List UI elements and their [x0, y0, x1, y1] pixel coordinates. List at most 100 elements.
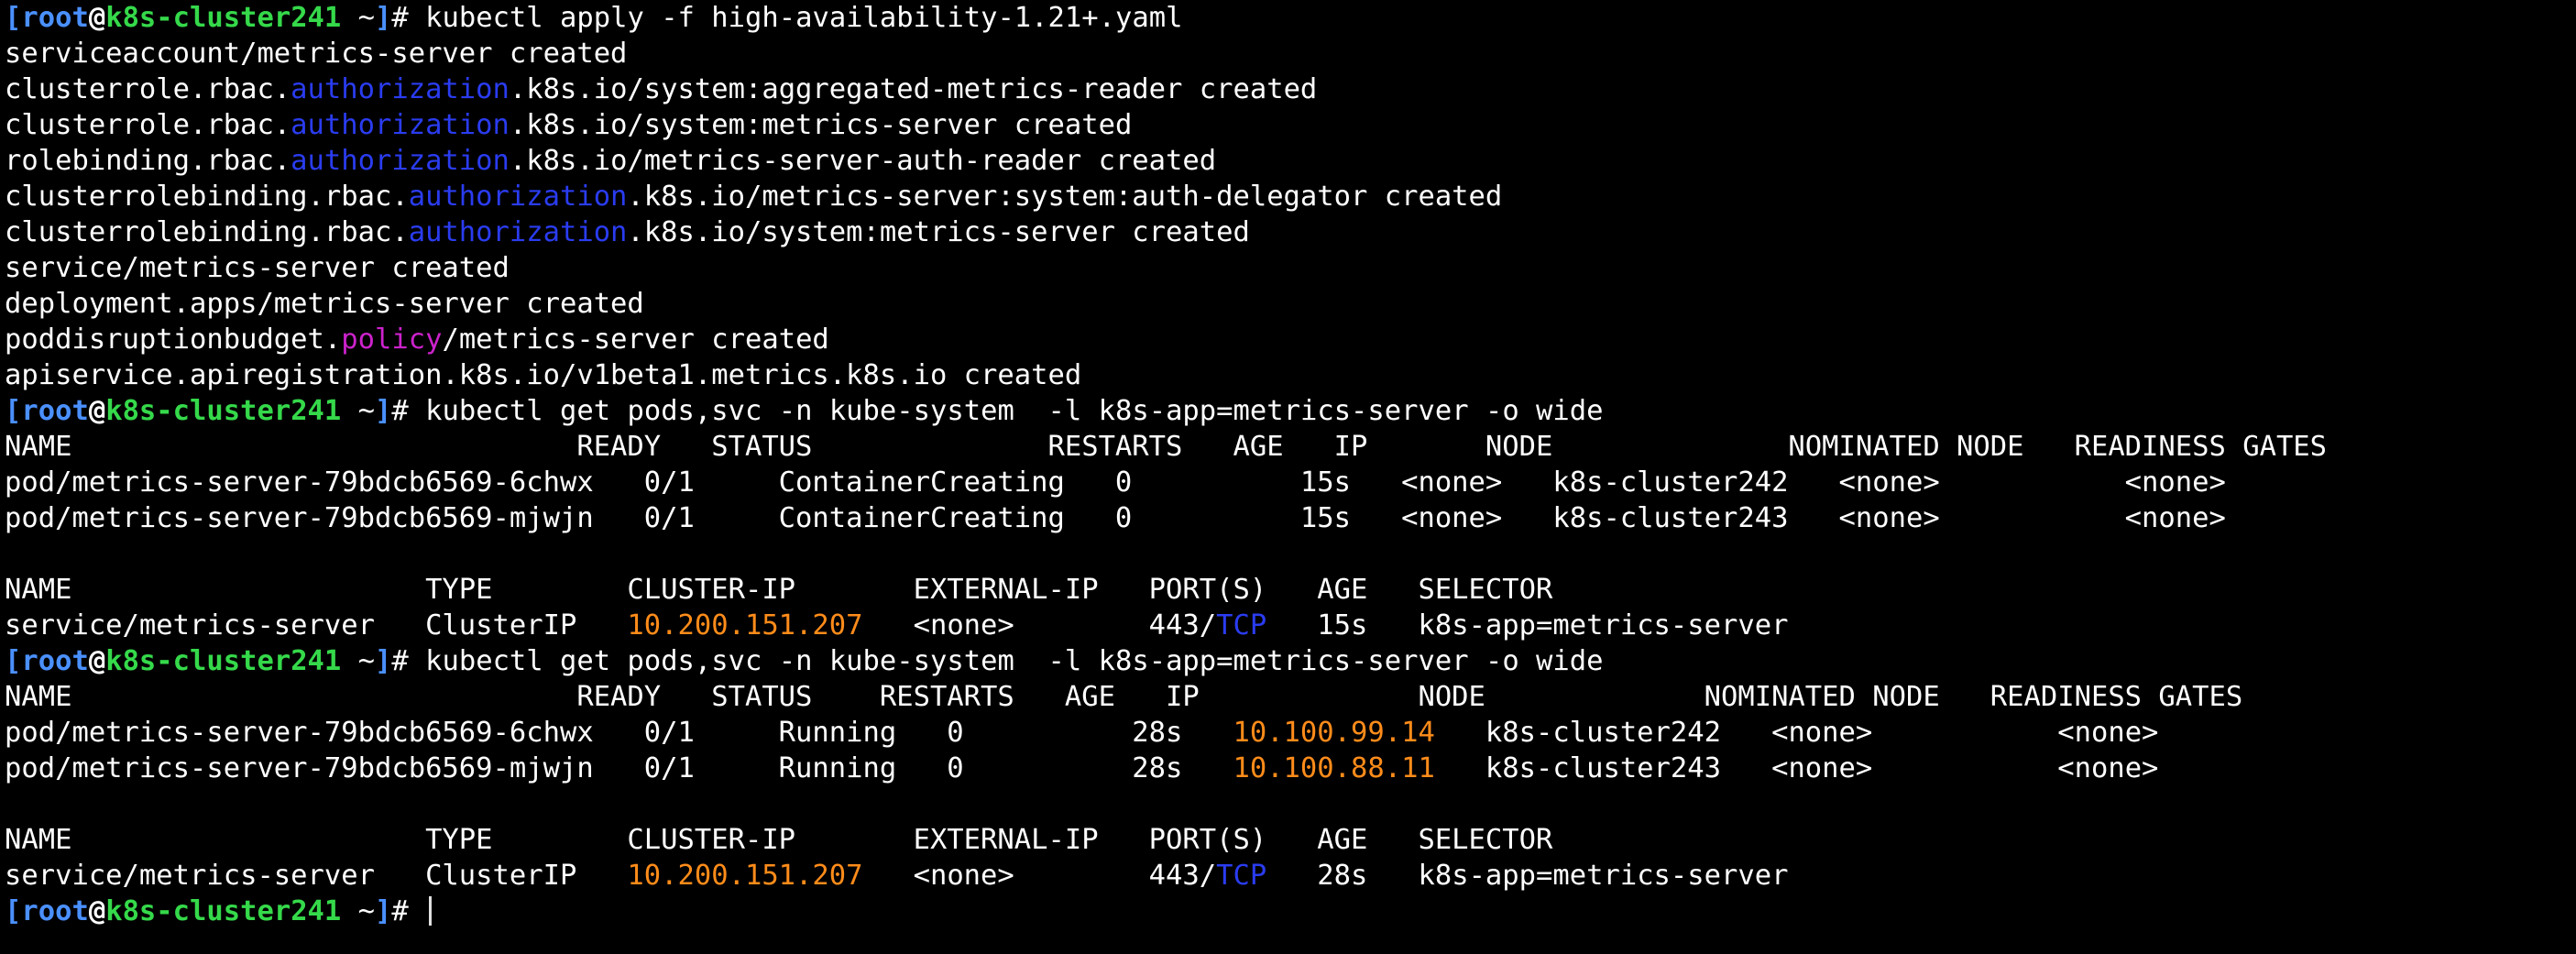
prompt-bracket: [: [5, 645, 22, 677]
terminal-text: pod/metrics-server-79bdcb6569-mjwjn 0/1 …: [5, 502, 2226, 534]
output-line: NAME TYPE CLUSTER-IP EXTERNAL-IP PORT(S)…: [5, 572, 2576, 608]
prompt-at: @: [88, 895, 106, 927]
output-line: apiservice.apiregistration.k8s.io/v1beta…: [5, 357, 2576, 393]
terminal-text: NAME READY STATUS RESTARTS AGE IP NODE N…: [5, 431, 2328, 463]
output-line: clusterrole.rbac.authorization.k8s.io/sy…: [5, 71, 2576, 107]
api-group-highlight: authorization: [290, 73, 510, 105]
terminal-text: .k8s.io/metrics-server-auth-reader creat…: [509, 145, 1217, 177]
ip-address: 10.100.88.11: [1233, 752, 1435, 784]
output-line: poddisruptionbudget.policy/metrics-serve…: [5, 322, 2576, 357]
prompt-line: [root@k8s-cluster241 ~]# kubectl apply -…: [5, 0, 2576, 36]
terminal-text: # kubectl apply -f high-availability-1.2…: [391, 2, 1183, 34]
output-line: NAME READY STATUS RESTARTS AGE IP NODE N…: [5, 679, 2576, 715]
terminal-text: <none> 443/: [862, 860, 1217, 892]
terminal-text: <none> 443/: [862, 609, 1217, 641]
terminal-text: k8s-cluster243 <none> <none>: [1434, 752, 2159, 784]
prompt-line: [root@k8s-cluster241 ~]#: [5, 894, 2576, 929]
prompt-bracket: [: [5, 395, 22, 427]
prompt-at: @: [88, 2, 106, 34]
terminal-text: service/metrics-server ClusterIP: [5, 609, 628, 641]
output-line: pod/metrics-server-79bdcb6569-mjwjn 0/1 …: [5, 751, 2576, 786]
terminal-text: service/metrics-server created: [5, 252, 510, 284]
prompt-bracket: ]: [375, 2, 392, 34]
prompt-bracket: ]: [375, 395, 392, 427]
terminal-text: clusterrole.rbac.: [5, 109, 291, 141]
prompt-bracket: ]: [375, 895, 392, 927]
terminal-window[interactable]: [root@k8s-cluster241 ~]# kubectl apply -…: [0, 0, 2576, 954]
prompt-bracket: [: [5, 2, 22, 34]
prompt-user: root: [21, 395, 89, 427]
prompt-bracket: [: [5, 895, 22, 927]
terminal-text: .k8s.io/metrics-server:system:auth-deleg…: [627, 181, 1503, 213]
terminal-text: #: [391, 895, 426, 927]
terminal-text: .k8s.io/system:metrics-server created: [509, 109, 1133, 141]
output-line: pod/metrics-server-79bdcb6569-6chwx 0/1 …: [5, 715, 2576, 751]
output-line: deployment.apps/metrics-server created: [5, 286, 2576, 322]
ip-address: 10.100.99.14: [1233, 717, 1435, 749]
prompt-at: @: [88, 395, 106, 427]
terminal-text: apiservice.apiregistration.k8s.io/v1beta…: [5, 359, 1082, 391]
api-group-highlight: authorization: [408, 181, 628, 213]
ip-address: 10.200.151.207: [627, 609, 863, 641]
output-line: service/metrics-server created: [5, 250, 2576, 286]
output-line: pod/metrics-server-79bdcb6569-mjwjn 0/1 …: [5, 500, 2576, 536]
output-line: clusterrole.rbac.authorization.k8s.io/sy…: [5, 107, 2576, 143]
output-line: serviceaccount/metrics-server created: [5, 36, 2576, 71]
output-line: rolebinding.rbac.authorization.k8s.io/me…: [5, 143, 2576, 179]
prompt-bracket: ]: [375, 645, 392, 677]
output-line: clusterrolebinding.rbac.authorization.k8…: [5, 214, 2576, 250]
api-group-highlight: authorization: [290, 109, 510, 141]
terminal-text: pod/metrics-server-79bdcb6569-6chwx 0/1 …: [5, 466, 2226, 499]
terminal-text: deployment.apps/metrics-server created: [5, 288, 644, 320]
output-line: clusterrolebinding.rbac.authorization.k8…: [5, 179, 2576, 214]
terminal-text: serviceaccount/metrics-server created: [5, 38, 628, 70]
terminal-text: ~: [341, 895, 376, 927]
terminal-text: clusterrole.rbac.: [5, 73, 291, 105]
prompt-line: [root@k8s-cluster241 ~]# kubectl get pod…: [5, 643, 2576, 679]
terminal-text: # kubectl get pods,svc -n kube-system -l…: [391, 645, 1604, 677]
prompt-host: k8s-cluster241: [105, 895, 342, 927]
terminal-text: NAME READY STATUS RESTARTS AGE IP NODE N…: [5, 681, 2243, 713]
terminal-text: ~: [341, 395, 376, 427]
terminal-text: clusterrolebinding.rbac.: [5, 216, 409, 248]
prompt-user: root: [21, 2, 89, 34]
text-cursor[interactable]: [429, 896, 433, 926]
terminal-text: .k8s.io/system:aggregated-metrics-reader…: [509, 73, 1318, 105]
protocol-label: TCP: [1216, 860, 1267, 892]
prompt-user: root: [21, 895, 89, 927]
protocol-label: TCP: [1216, 609, 1267, 641]
terminal-text: ~: [341, 645, 376, 677]
terminal-text: 28s k8s-app=metrics-server: [1266, 860, 1789, 892]
prompt-host: k8s-cluster241: [105, 395, 342, 427]
terminal-text: service/metrics-server ClusterIP: [5, 860, 628, 892]
terminal-text: ~: [341, 2, 376, 34]
terminal-text: .k8s.io/system:metrics-server created: [627, 216, 1250, 248]
terminal-text: # kubectl get pods,svc -n kube-system -l…: [391, 395, 1604, 427]
ip-address: 10.200.151.207: [627, 860, 863, 892]
terminal-text: 15s k8s-app=metrics-server: [1266, 609, 1789, 641]
output-line: pod/metrics-server-79bdcb6569-6chwx 0/1 …: [5, 465, 2576, 500]
prompt-host: k8s-cluster241: [105, 645, 342, 677]
terminal-text: pod/metrics-server-79bdcb6569-6chwx 0/1 …: [5, 717, 1233, 749]
policy-highlight: policy: [341, 323, 443, 356]
terminal-text: clusterrolebinding.rbac.: [5, 181, 409, 213]
api-group-highlight: authorization: [408, 216, 628, 248]
terminal-text: poddisruptionbudget.: [5, 323, 342, 356]
terminal-text: NAME TYPE CLUSTER-IP EXTERNAL-IP PORT(S)…: [5, 574, 1553, 606]
terminal-text: rolebinding.rbac.: [5, 145, 291, 177]
output-line: service/metrics-server ClusterIP 10.200.…: [5, 608, 2576, 643]
prompt-at: @: [88, 645, 106, 677]
terminal-text: /metrics-server created: [442, 323, 829, 356]
prompt-user: root: [21, 645, 89, 677]
output-line: NAME TYPE CLUSTER-IP EXTERNAL-IP PORT(S)…: [5, 822, 2576, 858]
output-line: service/metrics-server ClusterIP 10.200.…: [5, 858, 2576, 894]
terminal-text: k8s-cluster242 <none> <none>: [1434, 717, 2159, 749]
output-line: NAME READY STATUS RESTARTS AGE IP NODE N…: [5, 429, 2576, 465]
terminal-text: NAME TYPE CLUSTER-IP EXTERNAL-IP PORT(S)…: [5, 824, 1553, 856]
prompt-line: [root@k8s-cluster241 ~]# kubectl get pod…: [5, 393, 2576, 429]
terminal-text: pod/metrics-server-79bdcb6569-mjwjn 0/1 …: [5, 752, 1233, 784]
api-group-highlight: authorization: [290, 145, 510, 177]
prompt-host: k8s-cluster241: [105, 2, 342, 34]
